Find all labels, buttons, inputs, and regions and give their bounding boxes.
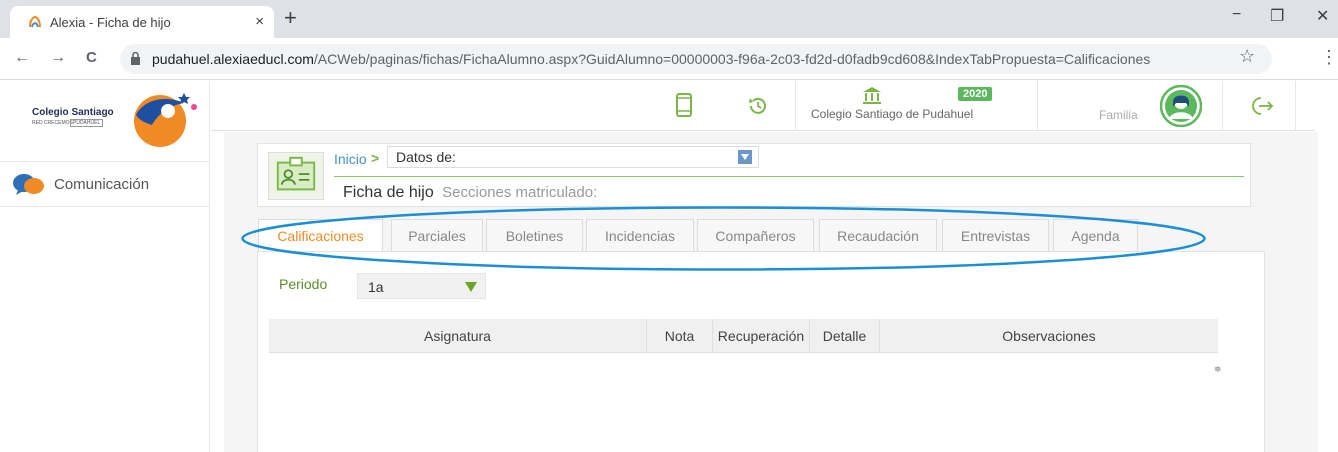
chat-bubbles-icon xyxy=(13,174,44,195)
grades-table-header: Asignatura Nota Recuperación Detalle Obs… xyxy=(269,319,1218,353)
logo-emblem-icon xyxy=(134,93,197,147)
back-icon[interactable]: ← xyxy=(14,49,30,67)
topbar-divider xyxy=(1295,81,1296,131)
history-icon[interactable] xyxy=(747,95,769,117)
reload-icon[interactable]: C xyxy=(86,49,97,66)
forward-icon[interactable]: → xyxy=(50,49,66,67)
periodo-select[interactable]: 1a xyxy=(357,273,486,299)
sort-icon[interactable]: ≑ xyxy=(1214,364,1222,375)
main-content: Inicio > Datos de: Ficha de hijo Seccion… xyxy=(224,132,1318,452)
lock-icon xyxy=(131,52,140,65)
topbar-divider xyxy=(1037,81,1038,131)
topbar-divider xyxy=(1222,81,1223,131)
url-field[interactable]: pudahuel.alexiaeducl.com/ACWeb/paginas/f… xyxy=(120,44,1272,74)
periodo-value: 1a xyxy=(368,279,384,295)
topbar-divider xyxy=(795,81,796,131)
column-observaciones[interactable]: Observaciones xyxy=(880,319,1218,353)
calificaciones-panel: Periodo 1a Asignatura Nota Recuperación … xyxy=(257,251,1265,452)
column-recuperacion[interactable]: Recuperación xyxy=(713,319,810,353)
logout-icon[interactable] xyxy=(1249,95,1275,117)
address-bar-row: ← → C pudahuel.alexiaeducl.com/ACWeb/pag… xyxy=(0,38,1338,80)
year-badge: 2020 xyxy=(958,87,993,101)
breadcrumb-home-link[interactable]: Inicio xyxy=(334,151,367,167)
page-subtitle: Secciones matriculado: xyxy=(442,184,598,201)
student-select[interactable]: Datos de: xyxy=(387,146,759,168)
breadcrumb-chevron-icon: > xyxy=(371,150,380,166)
page-title-text: Ficha de hijo xyxy=(343,184,434,201)
url-host: pudahuel.alexiaeducl.com xyxy=(152,51,314,67)
dropdown-arrow-icon[interactable] xyxy=(738,150,752,164)
logo-subtext: RED CRECEMOS xyxy=(32,120,73,126)
dropdown-triangle-icon[interactable] xyxy=(465,282,477,292)
browser-tab-title: Alexia - Ficha de hijo xyxy=(50,14,171,30)
page-header: Inicio > Datos de: Ficha de hijo Seccion… xyxy=(257,143,1251,207)
id-card-icon xyxy=(268,152,324,200)
url-text: pudahuel.alexiaeducl.com/ACWeb/paginas/f… xyxy=(152,51,1150,67)
school-logo[interactable]: Colegio Santiago RED CRECEMOS PUDAHUEL xyxy=(6,81,210,157)
maximize-icon[interactable]: ❐ xyxy=(1270,6,1284,26)
sidebar-item-label: Comunicación xyxy=(54,175,150,193)
student-select-label: Datos de: xyxy=(396,149,456,165)
school-name[interactable]: Colegio Santiago de Pudahuel xyxy=(811,107,973,121)
highlight-oval xyxy=(241,206,1206,271)
mobile-device-icon[interactable] xyxy=(675,93,693,117)
app-topbar: Colegio Santiago de Pudahuel 2020 Famili… xyxy=(211,81,1315,131)
user-avatar[interactable] xyxy=(1160,85,1202,127)
logo-text: Colegio Santiago xyxy=(32,107,114,118)
column-detalle[interactable]: Detalle xyxy=(810,319,880,353)
close-tab-icon[interactable]: × xyxy=(255,13,264,30)
sidebar-item-comunicacion[interactable]: Comunicación xyxy=(0,161,210,207)
alexia-favicon-icon xyxy=(29,15,41,28)
school-building-icon xyxy=(863,87,881,104)
browser-menu-icon[interactable]: ⋮ xyxy=(1320,47,1338,68)
sidebar: Colegio Santiago RED CRECEMOS PUDAHUEL C… xyxy=(0,81,210,452)
user-role: Familia xyxy=(1099,108,1138,122)
header-divider xyxy=(334,176,1244,177)
window-close-icon[interactable]: ✕ xyxy=(1316,6,1329,26)
new-tab-button[interactable]: + xyxy=(284,7,297,29)
logo-subtext-2: PUDAHUEL xyxy=(70,119,104,127)
url-path: /ACWeb/paginas/fichas/FichaAlumno.aspx?G… xyxy=(313,51,1151,67)
page-title: Ficha de hijo Secciones matriculado: xyxy=(343,184,597,202)
minimize-icon[interactable]: − xyxy=(1232,6,1241,24)
browser-tab[interactable]: Alexia - Ficha de hijo × xyxy=(10,6,274,38)
column-asignatura[interactable]: Asignatura xyxy=(269,319,647,353)
column-nota[interactable]: Nota xyxy=(647,319,713,353)
bookmark-star-icon[interactable]: ☆ xyxy=(1239,46,1255,67)
browser-tab-strip: Alexia - Ficha de hijo × + − ❐ ✕ xyxy=(0,0,1338,38)
periodo-label: Periodo xyxy=(279,276,328,292)
